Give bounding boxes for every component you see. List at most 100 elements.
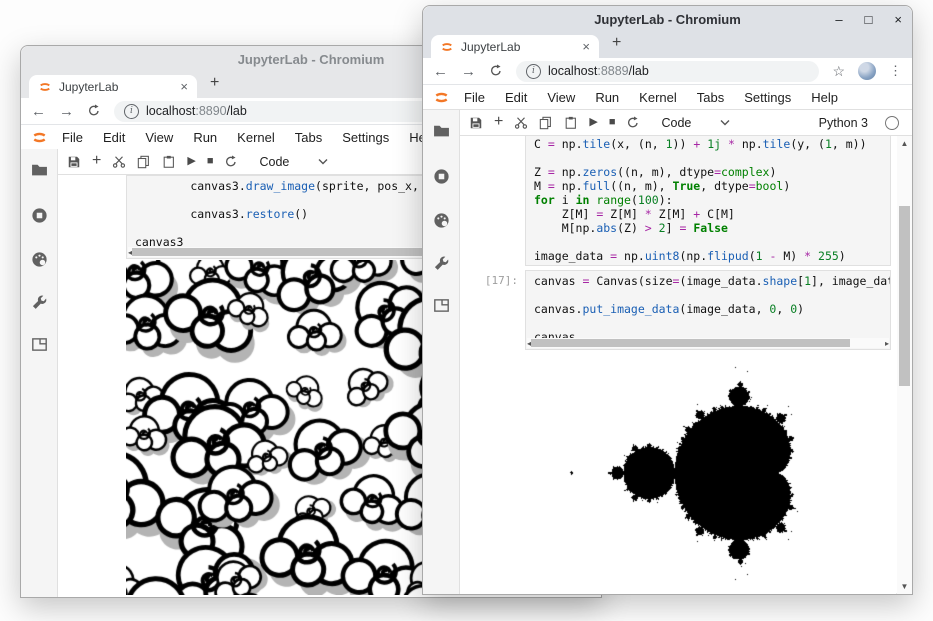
back-menu-settings[interactable]: Settings (332, 130, 399, 145)
front-cell-hscrollbar[interactable]: ◂ ▸ (527, 338, 889, 348)
front-jupyterlab-menubar: File Edit View Run Kernel Tabs Settings … (423, 85, 912, 110)
property-inspector-icon[interactable] (31, 294, 48, 311)
property-inspector-icon[interactable] (433, 255, 450, 272)
paste-cells-icon[interactable] (564, 116, 578, 130)
jupyterlab-logo-icon (31, 129, 48, 146)
back-menu-kernel[interactable]: Kernel (227, 130, 285, 145)
front-address-bar[interactable]: i localhost:8889/lab (516, 61, 819, 82)
hscroll-thumb[interactable] (531, 339, 850, 347)
back-menu-file[interactable]: File (52, 130, 93, 145)
front-activity-sidebar (423, 110, 460, 594)
front-browser-window: JupyterLab - Chromium – □ × JupyterLab ×… (422, 5, 913, 595)
running-kernels-icon[interactable] (31, 207, 48, 224)
jupyter-favicon-icon (440, 40, 454, 54)
front-menu-settings[interactable]: Settings (734, 90, 801, 105)
front-url-toolbar: ← → i localhost:8889/lab ☆ ⋮ (423, 58, 912, 85)
front-tab-close-icon[interactable]: × (582, 39, 590, 54)
jupyterlab-logo-icon (433, 89, 450, 106)
front-menu-kernel[interactable]: Kernel (629, 90, 687, 105)
back-tab-label: JupyterLab (59, 80, 118, 94)
front-notebook-toolbar: + ▶ ■ Code Python 3 (460, 110, 912, 136)
command-palette-icon[interactable] (433, 212, 450, 229)
front-notebook-panel: + ▶ ■ Code Python 3 ▲ ▼ C = np.tile(x, (… (460, 110, 912, 594)
cut-cells-icon[interactable] (112, 155, 126, 169)
front-menu-run[interactable]: Run (585, 90, 629, 105)
copy-cells-icon[interactable] (137, 155, 151, 169)
front-window-titlebar[interactable]: JupyterLab - Chromium – □ × (423, 6, 912, 32)
front-new-tab-button[interactable]: + (612, 34, 621, 52)
cell-type-dropdown[interactable]: Code (661, 116, 691, 130)
cell-type-dropdown[interactable]: Code (259, 155, 289, 169)
canvas-code-cell[interactable]: canvas = Canvas(size=(image_data.shape[1… (525, 270, 891, 350)
kernel-status-icon (885, 116, 899, 130)
minimize-button[interactable]: – (835, 12, 842, 27)
notebook-vscrollbar[interactable]: ▲ ▼ (896, 136, 912, 594)
jupyter-favicon-icon (38, 80, 52, 94)
restart-kernel-icon[interactable] (224, 155, 238, 169)
cut-cells-icon[interactable] (514, 116, 528, 130)
front-notebook-content: C = np.tile(x, (n, 1)) + 1j * np.tile(y,… (460, 136, 897, 593)
back-menu-edit[interactable]: Edit (93, 130, 135, 145)
save-icon[interactable] (469, 116, 483, 130)
chevron-down-icon[interactable] (318, 158, 328, 165)
front-reload-icon[interactable] (489, 64, 503, 78)
front-menu-file[interactable]: File (454, 90, 495, 105)
back-window-title: JupyterLab - Chromium (238, 52, 385, 67)
chevron-down-icon[interactable] (720, 119, 730, 126)
vscroll-down-icon[interactable]: ▼ (897, 582, 912, 591)
close-button[interactable]: × (894, 12, 902, 27)
kernel-name-label[interactable]: Python 3 (819, 116, 868, 130)
mandelbrot-output-canvas (460, 352, 894, 592)
back-menu-run[interactable]: Run (183, 130, 227, 145)
front-menu-tabs[interactable]: Tabs (687, 90, 734, 105)
back-menu-view[interactable]: View (135, 130, 183, 145)
back-info-icon[interactable]: i (124, 104, 139, 119)
run-cell-icon[interactable]: ▶ (187, 156, 195, 167)
maximize-button[interactable]: □ (865, 12, 873, 27)
desktop: JupyterLab - Chromium JupyterLab × + ← →… (0, 0, 933, 621)
front-menu-view[interactable]: View (537, 90, 585, 105)
back-activity-sidebar (21, 149, 58, 597)
back-tab-close-icon[interactable]: × (180, 79, 188, 94)
interrupt-kernel-icon[interactable]: ■ (207, 156, 214, 167)
running-kernels-icon[interactable] (433, 168, 450, 185)
open-tabs-icon[interactable] (31, 336, 48, 353)
profile-avatar[interactable] (858, 62, 876, 80)
mandelbrot-code-cell[interactable]: C = np.tile(x, (n, 1)) + 1j * np.tile(y,… (525, 136, 891, 266)
front-browser-tab[interactable]: JupyterLab × (431, 35, 599, 58)
front-tabstrip: JupyterLab × + (423, 32, 912, 58)
back-browser-tab[interactable]: JupyterLab × (29, 75, 197, 98)
add-cell-icon[interactable]: + (494, 114, 503, 130)
run-cell-icon[interactable]: ▶ (589, 117, 597, 128)
copy-cells-icon[interactable] (539, 116, 553, 130)
back-new-tab-button[interactable]: + (210, 74, 219, 92)
front-menu-edit[interactable]: Edit (495, 90, 537, 105)
open-tabs-icon[interactable] (433, 297, 450, 314)
cell-input-prompt: [17]: (460, 274, 518, 287)
front-info-icon[interactable]: i (526, 64, 541, 79)
save-icon[interactable] (67, 155, 81, 169)
back-reload-icon[interactable] (87, 104, 101, 118)
restart-kernel-icon[interactable] (626, 116, 640, 130)
back-url: localhost:8890/lab (146, 104, 247, 118)
front-url: localhost:8889/lab (548, 64, 649, 78)
back-nav-back-icon[interactable]: ← (31, 103, 46, 120)
file-browser-icon[interactable] (433, 122, 450, 139)
paste-cells-icon[interactable] (162, 155, 176, 169)
file-browser-icon[interactable] (31, 161, 48, 178)
front-nav-forward-icon[interactable]: → (461, 63, 476, 80)
bookmark-star-icon[interactable]: ☆ (832, 63, 845, 80)
browser-menu-kebab-icon[interactable]: ⋮ (889, 63, 902, 79)
command-palette-icon[interactable] (31, 251, 48, 268)
front-nav-back-icon[interactable]: ← (433, 63, 448, 80)
add-cell-icon[interactable]: + (92, 153, 101, 169)
interrupt-kernel-icon[interactable]: ■ (609, 117, 616, 128)
back-menu-tabs[interactable]: Tabs (285, 130, 332, 145)
front-window-title: JupyterLab - Chromium (594, 12, 741, 27)
vscroll-up-icon[interactable]: ▲ (897, 139, 912, 148)
front-tab-label: JupyterLab (461, 40, 520, 54)
front-menu-help[interactable]: Help (801, 90, 848, 105)
back-nav-forward-icon[interactable]: → (59, 103, 74, 120)
vscroll-thumb[interactable] (899, 206, 910, 386)
hscroll-right-icon[interactable]: ▸ (885, 339, 889, 348)
